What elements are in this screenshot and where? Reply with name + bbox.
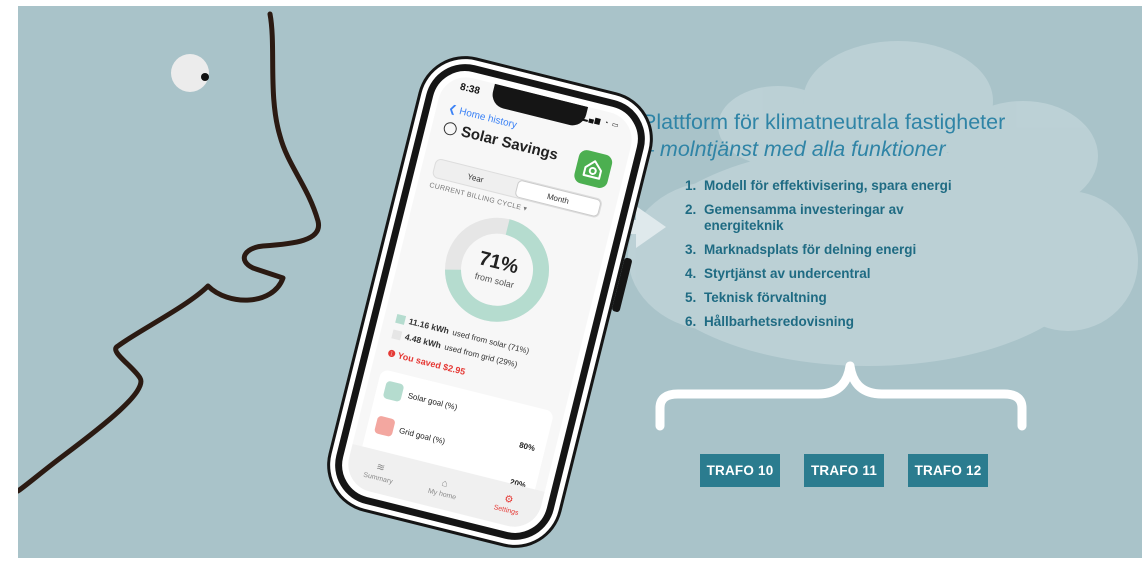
caret-down-icon: ▾ — [522, 205, 528, 214]
feature-text: Hållbarhetsredovisning — [704, 314, 855, 329]
feature-text: Modell för effektivisering, spara energi — [704, 178, 952, 193]
feature-item: 4. Styrtjänst av undercentral — [685, 266, 954, 282]
feature-number: 4. — [685, 266, 697, 281]
status-time: 8:38 — [458, 81, 481, 98]
chevron-left-icon: ❮ — [447, 103, 458, 117]
solar-donut-chart: 71% from solar — [429, 202, 565, 338]
trafo-box-12: TRAFO 12 — [908, 454, 988, 487]
alert-icon: ❶ — [386, 347, 397, 360]
grid-goal-row[interactable]: Grid goal (%) — [373, 415, 447, 450]
legend-grid-value: 4.48 kWh — [403, 331, 443, 351]
legend-swatch-solar — [395, 313, 407, 325]
trafo-box-10: TRAFO 10 — [700, 454, 780, 487]
feature-number: 5. — [685, 290, 697, 305]
search-icon[interactable] — [442, 120, 459, 137]
tab-summary-label: Summary — [362, 471, 394, 486]
feature-item: 6. Hållbarhetsredovisning — [685, 314, 954, 330]
grid-goal-label: Grid goal (%) — [398, 425, 447, 446]
slide: Plattform för klimatneutrala fastigheter… — [18, 6, 1142, 558]
feature-text: Teknisk förvaltning — [704, 290, 827, 305]
tab-settings-label: Settings — [492, 504, 520, 518]
feature-item: 1. Modell för effektivisering, spara ener… — [685, 178, 954, 194]
feature-number: 3. — [685, 242, 697, 257]
tab-my-home-label: My home — [427, 487, 457, 502]
feature-number: 6. — [685, 314, 697, 329]
slide-title-line1: Plattform för klimatneutrala fastigheter — [642, 110, 1006, 134]
feature-number: 2. — [685, 202, 697, 217]
layers-icon: ≋ — [375, 461, 386, 475]
legend-swatch-grid — [391, 328, 403, 340]
feature-text: Gemensamma investeringar av energiteknik — [704, 202, 904, 233]
app-logo — [572, 148, 614, 190]
feature-item: 3. Marknadsplats för delning energi — [685, 242, 954, 258]
feature-text: Styrtjänst av undercentral — [704, 266, 871, 281]
face-outline — [18, 11, 321, 494]
brace-shape — [655, 361, 1027, 431]
feature-item: 2. Gemensamma investeringar av energitekn… — [685, 202, 954, 234]
gears-icon: ⚙ — [502, 493, 515, 507]
feature-list: 1. Modell för effektivisering, spara ener… — [685, 178, 954, 338]
plug-icon — [373, 415, 396, 438]
house-logo-icon — [582, 160, 602, 180]
solar-goal-row[interactable]: Solar goal (%) — [382, 380, 460, 416]
pupil-shape — [201, 73, 209, 81]
feature-number: 1. — [685, 178, 697, 193]
sun-icon — [382, 380, 405, 403]
solar-goal-label: Solar goal (%) — [406, 390, 459, 412]
feature-text: Marknadsplats för delning energi — [704, 242, 917, 257]
slide-title-line2: – molntjänst med alla funktioner — [642, 137, 946, 161]
solar-goal-value: 80% — [518, 440, 536, 454]
feature-item: 5. Teknisk förvaltning — [685, 290, 954, 306]
eye-shape — [171, 54, 209, 92]
trafo-box-11: TRAFO 11 — [804, 454, 884, 487]
signal-wifi-battery-icon: ▂▄▆ ◔ ▭ — [582, 114, 621, 130]
slide-title: Plattform för klimatneutrala fastigheter… — [642, 109, 1142, 163]
home-icon: ⌂ — [440, 477, 449, 490]
